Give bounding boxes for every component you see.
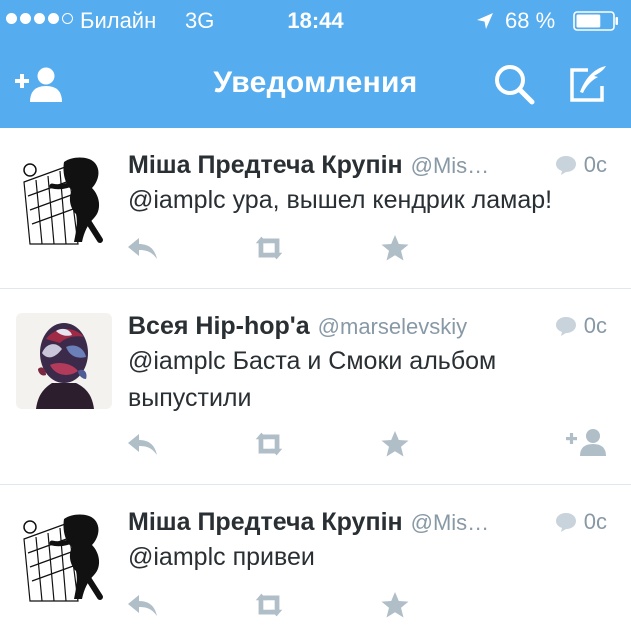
reply-button[interactable] [125,590,161,620]
tweet-text: @iamplc Баста и Смоки альбом выпустили [128,347,497,412]
reply-icon [128,434,157,455]
navigation-bar: Уведомления [0,40,631,128]
tweet-item[interactable]: Міша Предтеча Крупін @Mis… 0с @iamplc ура… [0,128,631,289]
reply-icon [128,238,157,259]
reply-button[interactable] [125,429,161,459]
reply-bubble-icon [555,317,576,336]
display-name[interactable]: Міша Предтеча Крупін [128,508,403,536]
battery-percent: 68 % [505,8,556,33]
reply-button[interactable] [125,233,161,263]
search-icon [495,65,535,105]
favorite-button[interactable] [377,429,413,459]
star-icon [381,235,409,261]
tweet-header: Всея Hip-hop'a @marselevskiy [128,311,608,341]
tweet-time: 0с [583,509,607,534]
retweet-icon [255,236,283,260]
tweet-header: Міша Предтеча Крупін @Mis… [128,150,608,180]
reply-icon [128,595,157,616]
avatar[interactable] [16,313,112,409]
tweet-meta: 0с [554,150,607,180]
display-name[interactable]: Всея Hip-hop'a [128,312,310,340]
battery-icon [573,11,618,31]
status-bar: Билайн 3G 18:44 68 % [0,0,631,40]
retweet-button[interactable] [251,590,287,620]
reply-bubble-icon [555,513,576,532]
tweet-meta: 0с [554,507,607,537]
tweet-item[interactable]: Міша Предтеча Крупін @Mis… 0с @iamplc при… [0,485,631,631]
avatar[interactable] [16,152,112,248]
tweet-time: 0с [583,152,607,177]
compose-icon [570,66,606,102]
avatar[interactable] [16,509,112,605]
user-handle[interactable]: @Mis… [411,510,490,535]
retweet-icon [255,432,283,456]
favorite-button[interactable] [377,590,413,620]
user-handle[interactable]: @marselevskiy [318,314,467,339]
retweet-button[interactable] [251,429,287,459]
favorite-button[interactable] [377,233,413,263]
tweet-item[interactable]: Всея Hip-hop'a @marselevskiy 0с @iamplc Б… [0,289,631,485]
tweet-meta: 0с [554,311,607,341]
compose-button[interactable] [562,58,614,110]
notifications-feed[interactable]: Міша Предтеча Крупін @Mis… 0с @iamplc ура… [0,128,631,631]
tweet-header: Міша Предтеча Крупін @Mis… [128,507,608,537]
tweet-text: @iamplc привеи [128,543,315,571]
retweet-icon [255,593,283,617]
app-header: Билайн 3G 18:44 68 % Уведомления [0,0,631,128]
user-handle[interactable]: @Mis… [411,153,490,178]
follow-user-icon [566,429,606,456]
tweet-text: @iamplc ура, вышел кендрик ламар! [128,186,553,214]
tweet-time: 0с [583,313,607,338]
follow-button[interactable] [564,427,610,457]
search-button[interactable] [488,58,540,110]
star-icon [381,592,409,618]
retweet-button[interactable] [251,233,287,263]
display-name[interactable]: Міша Предтеча Крупін [128,151,403,179]
reply-bubble-icon [555,156,576,175]
star-icon [381,431,409,457]
location-arrow-icon [477,13,493,29]
